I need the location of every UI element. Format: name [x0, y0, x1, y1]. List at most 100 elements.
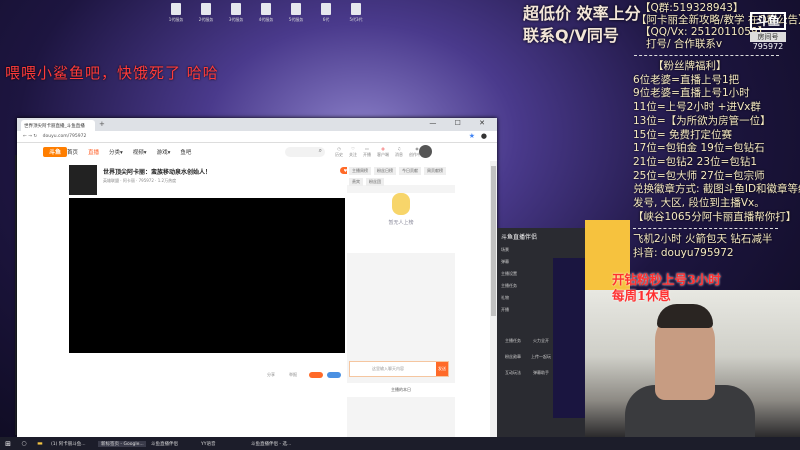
url-text[interactable]: douyu.com/795972	[43, 134, 87, 139]
message-icon[interactable]: ♫ 消息	[395, 146, 403, 158]
window-controls[interactable]: — ☐ ✕	[429, 119, 493, 127]
scene-preview	[553, 258, 585, 418]
share-button[interactable]: 分享	[267, 372, 275, 378]
search-icon[interactable]: ○	[16, 440, 32, 447]
tab-weekly[interactable]: 主播周榜	[349, 167, 371, 175]
tab-week[interactable]: 周贡献榜	[424, 167, 446, 175]
taskbar-item[interactable]: YY语音	[198, 441, 246, 447]
room-header: 世界顶尖阿卡丽：蛮族移动泉水创始人！ 英雄联盟 · 阿卡丽 · 795972 ·…	[69, 165, 362, 197]
search-icon[interactable]: ⌕	[319, 147, 322, 154]
video-player[interactable]	[69, 198, 345, 353]
nav-home[interactable]: 首页	[67, 148, 78, 156]
streamer-avatar[interactable]	[69, 165, 97, 195]
desktop-icon[interactable]: 2代服务	[195, 3, 217, 23]
nav-category[interactable]: 分类▾	[109, 148, 123, 156]
broadcast-icon[interactable]: ▭ 开播	[363, 146, 371, 158]
scrollbar[interactable]	[490, 161, 497, 437]
desktop-icon[interactable]: 1代服务	[165, 3, 187, 23]
taskbar-item[interactable]: 斗鱼直播伴侣	[148, 441, 196, 447]
new-tab-icon[interactable]: +	[99, 120, 105, 128]
douyu-logo[interactable]: 斗鱼	[43, 147, 67, 157]
chat-input[interactable]: 这里输入聊天内容 发送	[349, 361, 449, 377]
nav-fishbar[interactable]: 鱼吧	[180, 148, 191, 156]
desktop-icon-label: 6代	[322, 17, 330, 22]
empty-rank-mascot: 暂无人上榜	[347, 193, 455, 253]
video-toolbar: 分享 举报	[69, 368, 345, 382]
recharge-button[interactable]	[327, 372, 341, 378]
client-icon[interactable]: ◍ 客户端	[377, 146, 389, 158]
tab-vip[interactable]: 贵宾	[349, 178, 363, 186]
icon-label: 消息	[395, 152, 403, 157]
rule: 发号, 大区, 段位到主播Vx。	[633, 197, 765, 210]
room-number: 795972	[752, 42, 784, 51]
scrollbar-thumb[interactable]	[491, 166, 496, 316]
tool-grid: 主播任务 火力全开 粉丝勋章 上传一起玩 互动玩法 弹幕助手	[501, 338, 553, 376]
tool-title: 斗鱼直播伴侣	[501, 234, 538, 241]
icon-label: 关注	[349, 152, 357, 157]
search-input[interactable]: ⌕	[285, 147, 325, 157]
headline-line: 联系Q/V同号	[523, 26, 619, 45]
desktop-icon-label: 1代服务	[168, 17, 184, 22]
taskbar-item[interactable]: 新标签页 - Google...	[98, 440, 146, 447]
tab-fans-daily[interactable]: 粉丝日榜	[374, 167, 396, 175]
promo-line: 飞机2小时 火箭包天 钻石减半	[633, 233, 773, 246]
account-icon[interactable]: ●	[481, 132, 487, 140]
tool-button[interactable]: 互动玩法	[501, 370, 525, 376]
back-forward-reload-icons[interactable]: ← → ↻	[23, 134, 37, 139]
red-caption: 喂喂小鲨鱼吧，快饿死了 哈哈	[5, 64, 219, 82]
desktop-icon-label: 4代服务	[258, 17, 274, 22]
tool-button[interactable]: 上传一起玩	[529, 354, 553, 360]
icon-label: 历史	[335, 152, 343, 157]
desktop-icon[interactable]: 5代服务	[285, 3, 307, 23]
anchor-footer: 主播的本日	[347, 383, 455, 397]
tool-button[interactable]: 粉丝勋章	[501, 354, 525, 360]
divider	[633, 228, 778, 230]
header-icons: ◷ 历史 ♡ 关注 ▭ 开播 ◍ 客户端 ♫ 消息 ◉ 创作中心	[335, 146, 425, 158]
rank-tabs: 主播周榜 粉丝日榜 今日贡献 周贡献榜 贵宾 粉丝团	[347, 165, 455, 186]
user-avatar[interactable]	[419, 145, 432, 158]
mascot-image	[392, 193, 410, 215]
desktop-icon[interactable]: 6代	[315, 3, 337, 23]
headline-line: 超低价 效率上分	[523, 4, 641, 23]
desktop-icon-label: 3代服务	[228, 17, 244, 22]
tool-button[interactable]: 弹幕助手	[529, 370, 553, 376]
logo-text: 斗鱼	[750, 12, 786, 30]
promo-line: 抖音: douyu795972	[633, 247, 734, 260]
history-icon[interactable]: ◷ 历史	[335, 146, 343, 158]
desktop-icon[interactable]: 5代3代	[345, 3, 367, 23]
rule: 6位老婆=直播上号1把	[633, 73, 740, 86]
fan-title: 【粉丝牌福利】	[653, 60, 727, 72]
tab-bar: 世界顶尖阿卡丽直播_斗鱼直播 + — ☐ ✕	[17, 118, 497, 131]
browser-window: 世界顶尖阿卡丽直播_斗鱼直播 + — ☐ ✕ ← → ↻ douyu.com/7…	[17, 118, 497, 437]
tool-button[interactable]: 主播任务	[501, 338, 525, 344]
tab-fanclub[interactable]: 粉丝团	[366, 178, 384, 186]
taskbar-item[interactable]: (1) 阿卡丽斗鱼...	[48, 441, 96, 447]
nav-video[interactable]: 视频▾	[133, 148, 147, 156]
address-bar[interactable]: ← → ↻ douyu.com/795972 ★ ●	[17, 131, 497, 143]
bookmark-star-icon[interactable]: ★	[469, 132, 475, 140]
follow-icon[interactable]: ♡ 关注	[349, 146, 357, 158]
schedule-caption: 开钻粉秒上号3小时 每周1休息	[612, 272, 721, 304]
tab-today[interactable]: 今日贡献	[399, 167, 421, 175]
desktop-icon-label: 2代服务	[198, 17, 214, 22]
report-button[interactable]: 举报	[289, 372, 297, 378]
file-explorer-icon[interactable]: ▬	[32, 440, 48, 447]
mascot-caption: 暂无人上榜	[388, 220, 414, 226]
streaming-tool-window: 斗鱼直播伴侣 场景 弹幕 主播设置 主播任务 礼物 开播 主播任务 火力全开 粉…	[497, 228, 585, 437]
desktop-icons: 1代服务 2代服务 3代服务 4代服务 5代服务 6代 5代3代	[165, 3, 367, 23]
nav-games[interactable]: 游戏▾	[157, 148, 171, 156]
browser-tab[interactable]: 世界顶尖阿卡丽直播_斗鱼直播	[21, 120, 95, 131]
desktop-icon[interactable]: 3代服务	[225, 3, 247, 23]
tool-button[interactable]: 火力全开	[529, 338, 553, 344]
room-title: 世界顶尖阿卡丽：蛮族移动泉水创始人！	[103, 169, 212, 176]
nav-live[interactable]: 直播	[88, 148, 99, 156]
windows-start-icon[interactable]: ⊞	[0, 440, 16, 448]
tool-menu-item[interactable]: 场景	[497, 244, 585, 256]
rule: 21位=包钻2 23位=包钻1	[633, 155, 758, 168]
webcam-feed	[585, 290, 800, 437]
gift-button[interactable]	[309, 372, 323, 378]
send-button[interactable]: 发送	[436, 362, 448, 376]
desktop-icon[interactable]: 4代服务	[255, 3, 277, 23]
taskbar-item[interactable]: 斗鱼直播伴侣 - 选...	[248, 441, 308, 447]
site-nav: 斗鱼 首页 直播 分类▾ 视频▾ 游戏▾ 鱼吧 ⌕ ◷ 历史 ♡ 关注 ▭ 开播 ◍ 客…	[17, 143, 497, 161]
